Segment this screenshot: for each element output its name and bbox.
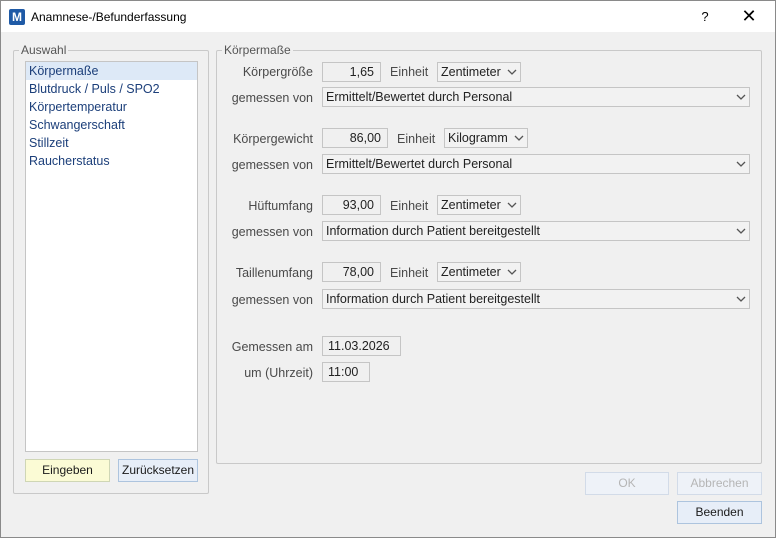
waist-unit-select[interactable]: Zentimeter: [437, 262, 521, 282]
enter-button[interactable]: Eingeben: [25, 459, 110, 482]
hip-unit-label: Einheit: [390, 199, 429, 213]
hip-unit-value: Zentimeter: [441, 198, 501, 212]
chevron-down-icon: [507, 269, 517, 275]
weight-label: Körpergewicht: [233, 132, 313, 146]
weight-measured-by-label: gemessen von: [231, 158, 313, 172]
waist-measured-by-select[interactable]: Information durch Patient bereitgestellt: [322, 289, 750, 309]
list-item-blutdruck[interactable]: Blutdruck / Puls / SPO2: [26, 80, 197, 98]
close-button[interactable]: ✕: [734, 5, 764, 29]
dialog-window: M Anamnese-/Befunderfassung ? ✕ Auswahl …: [0, 0, 776, 538]
waist-unit-value: Zentimeter: [441, 265, 501, 279]
cancel-button[interactable]: Abbrechen: [677, 472, 762, 495]
list-item-schwangerschaft[interactable]: Schwangerschaft: [26, 116, 197, 134]
ok-button[interactable]: OK: [585, 472, 669, 495]
waist-label: Taillenumfang: [235, 266, 313, 280]
chevron-down-icon: [736, 94, 746, 100]
reset-button[interactable]: Zurücksetzen: [118, 459, 198, 482]
waist-measured-by-value: Information durch Patient bereitgestellt: [326, 292, 541, 306]
chevron-down-icon: [514, 135, 524, 141]
time-field[interactable]: 11:00: [322, 362, 370, 382]
waist-unit-label: Einheit: [390, 266, 429, 280]
help-button[interactable]: ?: [691, 5, 719, 29]
chevron-down-icon: [507, 69, 517, 75]
weight-unit-label: Einheit: [397, 132, 436, 146]
hip-measured-by-label: gemessen von: [231, 225, 313, 239]
chevron-down-icon: [736, 296, 746, 302]
weight-unit-value: Kilogramm: [448, 131, 508, 145]
height-measured-by-select[interactable]: Ermittelt/Bewertet durch Personal: [322, 87, 750, 107]
hip-label: Hüftumfang: [248, 199, 313, 213]
height-unit-label: Einheit: [390, 65, 429, 79]
app-logo-icon: M: [9, 9, 25, 25]
list-item-stillzeit[interactable]: Stillzeit: [26, 134, 197, 152]
close-icon: ✕: [741, 6, 757, 26]
selection-list[interactable]: Körpermaße Blutdruck / Puls / SPO2 Körpe…: [25, 61, 198, 452]
weight-unit-select[interactable]: Kilogramm: [444, 128, 528, 148]
height-value[interactable]: 1,65: [322, 62, 381, 82]
height-unit-value: Zentimeter: [441, 65, 501, 79]
hip-unit-select[interactable]: Zentimeter: [437, 195, 521, 215]
hip-measured-by-select[interactable]: Information durch Patient bereitgestellt: [322, 221, 750, 241]
title-bar: M Anamnese-/Befunderfassung ? ✕: [1, 1, 775, 32]
window-title: Anamnese-/Befunderfassung: [31, 10, 187, 24]
height-measured-by-label: gemessen von: [231, 91, 313, 105]
chevron-down-icon: [736, 228, 746, 234]
time-label: um (Uhrzeit): [244, 366, 313, 380]
waist-value[interactable]: 78,00: [322, 262, 381, 282]
selection-legend: Auswahl: [21, 43, 67, 57]
list-item-koerpermasse[interactable]: Körpermaße: [26, 62, 197, 80]
measured-on-date-field[interactable]: 11.03.2026: [322, 336, 401, 356]
list-item-koerpertemperatur[interactable]: Körpertemperatur: [26, 98, 197, 116]
chevron-down-icon: [507, 202, 517, 208]
weight-measured-by-select[interactable]: Ermittelt/Bewertet durch Personal: [322, 154, 750, 174]
waist-measured-by-label: gemessen von: [231, 293, 313, 307]
height-unit-select[interactable]: Zentimeter: [437, 62, 521, 82]
hip-measured-by-value: Information durch Patient bereitgestellt: [326, 224, 541, 238]
list-item-raucherstatus[interactable]: Raucherstatus: [26, 152, 197, 170]
weight-measured-by-value: Ermittelt/Bewertet durch Personal: [326, 157, 513, 171]
hip-value[interactable]: 93,00: [322, 195, 381, 215]
measures-legend: Körpermaße: [224, 43, 291, 57]
height-measured-by-value: Ermittelt/Bewertet durch Personal: [326, 90, 513, 104]
chevron-down-icon: [736, 161, 746, 167]
weight-value[interactable]: 86,00: [322, 128, 388, 148]
finish-button[interactable]: Beenden: [677, 501, 762, 524]
height-label: Körpergröße: [242, 65, 313, 79]
measured-on-label: Gemessen am: [231, 340, 313, 354]
